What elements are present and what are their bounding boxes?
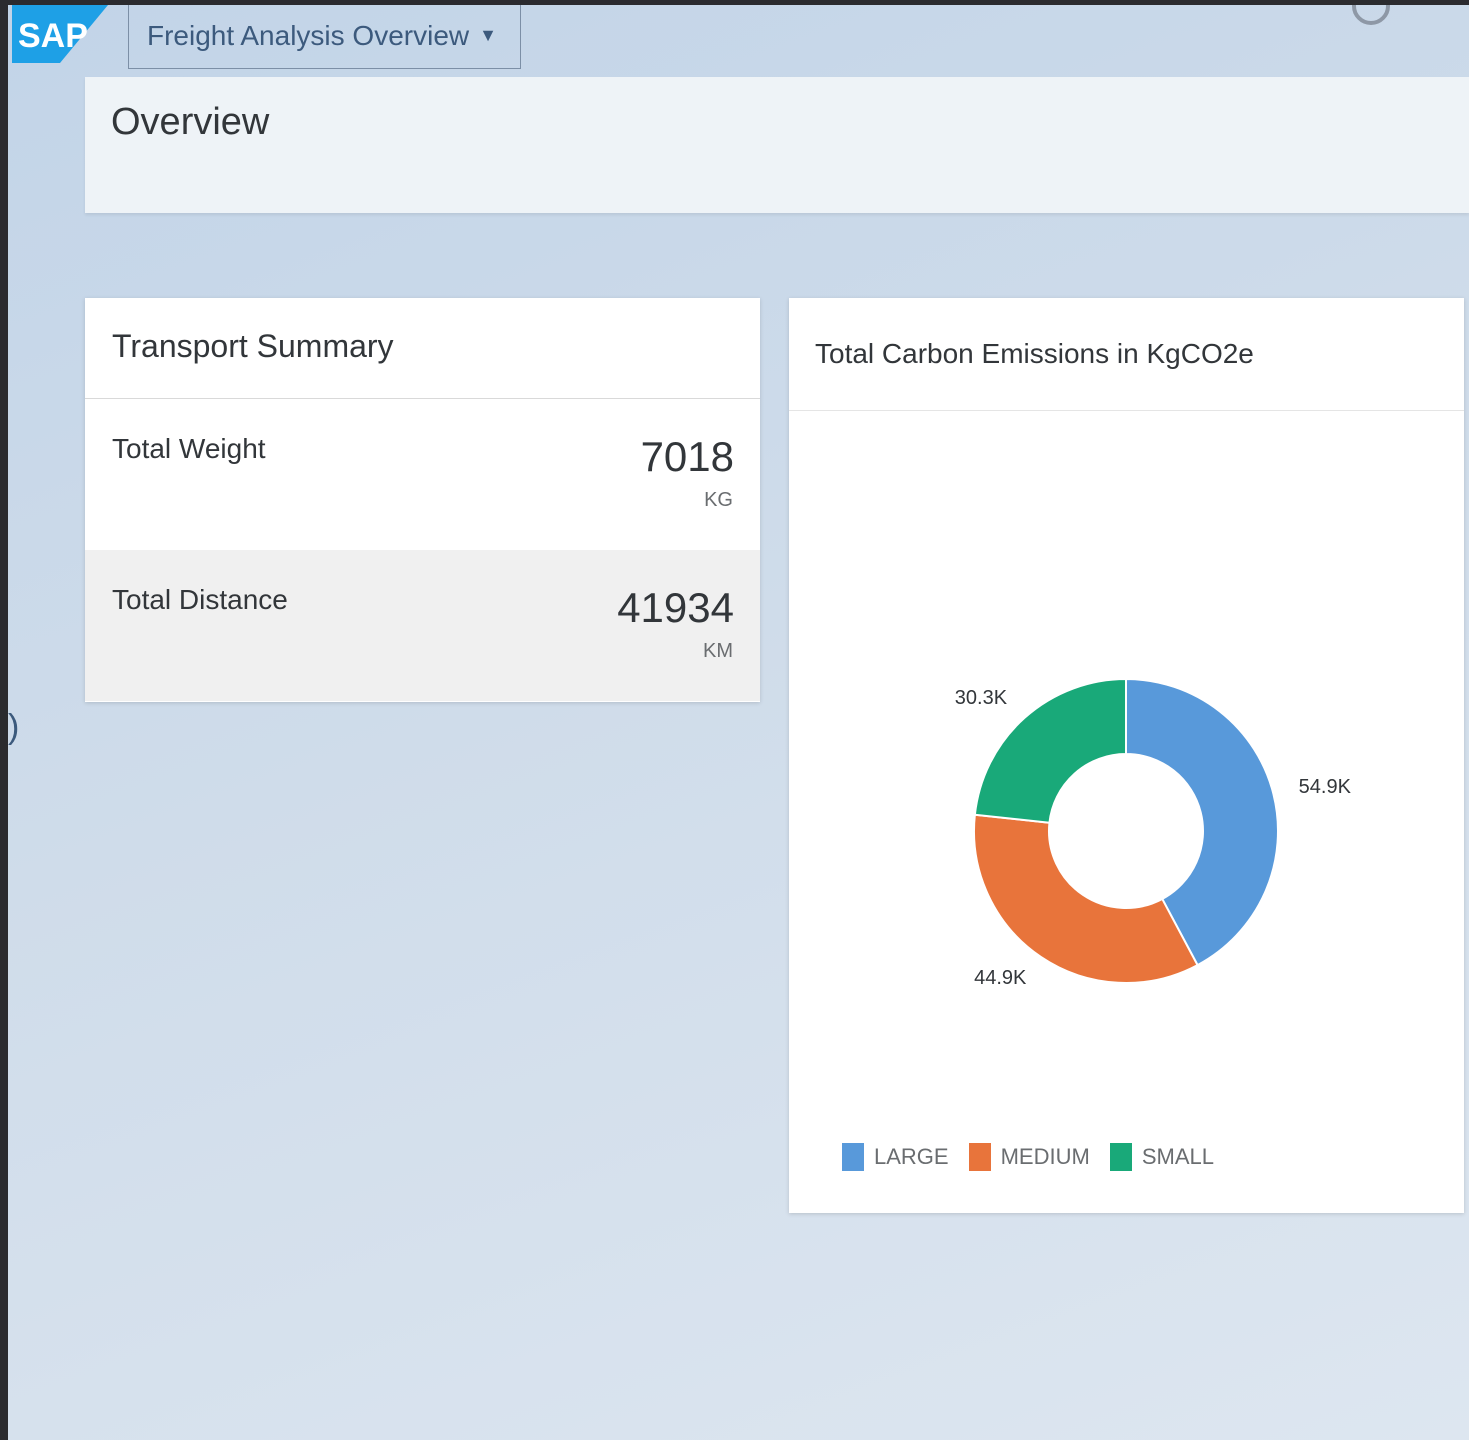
kpi-unit: KM [703,640,733,662]
carbon-emissions-card[interactable]: Total Carbon Emissions in KgCO2e 54.9K 44… [789,298,1464,1213]
legend-swatch [968,1143,991,1171]
legend-label: MEDIUM [1000,1144,1090,1169]
shell-bar: SAP Freight Analysis Overview ▼ [8,5,1469,77]
chart-title: Total Carbon Emissions in KgCO2e [815,338,1254,369]
chart-legend: LARGE MEDIUM SMALL [842,1143,1234,1171]
user-avatar-icon[interactable] [1352,5,1390,25]
app-root: SAP Freight Analysis Overview ▼ ) Overvi… [8,5,1469,1440]
page-title: Overview [111,101,270,143]
legend-swatch [842,1143,864,1171]
data-label-large: 54.9K [1299,776,1352,798]
transport-summary-card[interactable]: Transport Summary Total Weight 7018 KG T… [85,298,760,702]
legend-item-large[interactable]: LARGE [842,1143,949,1171]
card-header[interactable]: Transport Summary [85,298,760,399]
kpi-unit: KG [704,489,733,511]
page-header: Overview [85,77,1469,213]
legend-item-small[interactable]: SMALL [1109,1143,1214,1171]
logo-text: SAP [18,17,88,55]
data-label-medium: 44.9K [974,967,1027,989]
kpi-label: Total Weight [112,433,266,464]
legend-label: SMALL [1141,1144,1214,1169]
app-title: Freight Analysis Overview [147,19,470,51]
donut-chart: 54.9K 44.9K 30.3K [955,677,1352,989]
app-title-menu-button[interactable]: Freight Analysis Overview ▼ [128,5,521,69]
card-title: Transport Summary [112,328,394,364]
caret-down-icon: ▼ [479,25,497,45]
kpi-label: Total Distance [112,584,288,615]
sap-logo[interactable]: SAP [12,5,108,63]
card-header[interactable]: Total Carbon Emissions in KgCO2e [789,298,1464,411]
kpi-total-weight[interactable]: Total Weight 7018 KG [85,399,760,550]
legend-item-medium[interactable]: MEDIUM [968,1143,1090,1171]
kpi-value: 41934 [617,584,734,631]
legend-label: LARGE [874,1144,949,1169]
data-label-small: 30.3K [955,687,1008,709]
kpi-value: 7018 [640,433,734,480]
expand-arrow-icon[interactable]: ) [8,707,22,747]
kpi-total-distance[interactable]: Total Distance 41934 KM [85,550,760,701]
legend-swatch [1109,1143,1132,1171]
